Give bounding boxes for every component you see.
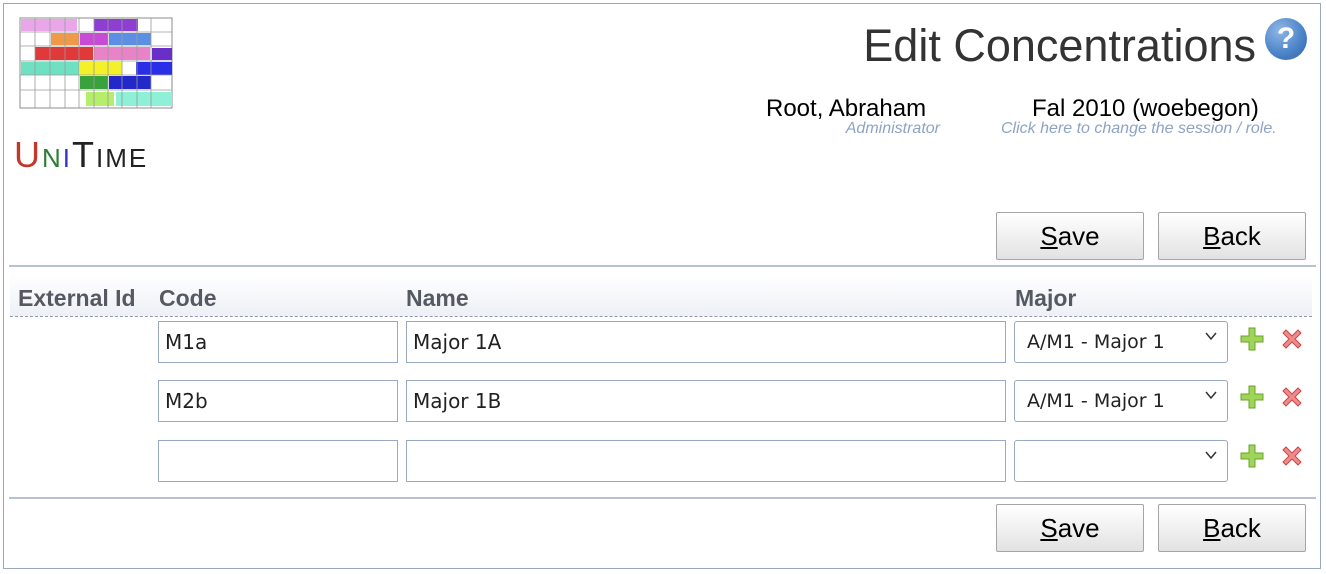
save-button-bottom[interactable]: Save xyxy=(996,504,1144,552)
save-accesskey: S xyxy=(1040,513,1058,543)
save-button[interactable]: Save xyxy=(996,212,1144,260)
chevron-down-icon xyxy=(1205,451,1217,460)
code-input[interactable]: M1a xyxy=(158,321,398,363)
back-label-rest: ack xyxy=(1220,221,1261,251)
name-input[interactable]: Major 1B xyxy=(406,380,1006,422)
back-label-rest: ack xyxy=(1220,513,1261,543)
major-select[interactable]: A/M1 - Major 1 xyxy=(1014,380,1228,422)
code-input[interactable]: M2b xyxy=(158,380,398,422)
save-label-rest: ave xyxy=(1057,221,1100,251)
back-button[interactable]: Back xyxy=(1158,212,1306,260)
logo-letter: T xyxy=(72,134,97,175)
major-select-value: A/M1 - Major 1 xyxy=(1027,390,1165,412)
column-header-code: Code xyxy=(159,285,217,311)
logo-letter: M xyxy=(105,143,129,173)
logo-letter: I xyxy=(62,143,73,173)
chevron-down-icon xyxy=(1205,332,1217,341)
add-row-plus-icon[interactable] xyxy=(1239,326,1265,352)
logo-wordmark: UNITIME xyxy=(14,134,148,176)
code-input[interactable] xyxy=(158,440,398,482)
chevron-down-icon xyxy=(1205,391,1217,400)
delete-row-x-icon[interactable] xyxy=(1279,384,1305,410)
help-question-mark-icon[interactable]: ? xyxy=(1265,18,1307,60)
page-title: Edit Concentrations xyxy=(863,20,1256,71)
save-label-rest: ave xyxy=(1057,513,1100,543)
logo-timetable-icon xyxy=(16,16,174,112)
user-role: Administrator xyxy=(845,120,940,137)
back-accesskey: B xyxy=(1203,221,1221,251)
logo-letter: N xyxy=(42,143,63,173)
column-header-name: Name xyxy=(406,285,469,311)
logo-letter: U xyxy=(14,134,42,175)
major-select[interactable] xyxy=(1014,440,1228,482)
name-input[interactable] xyxy=(406,440,1006,482)
footer-divider xyxy=(9,497,1316,499)
session-name[interactable]: Fal 2010 (woebegon) xyxy=(1032,95,1259,123)
back-button-bottom[interactable]: Back xyxy=(1158,504,1306,552)
header-divider xyxy=(9,265,1316,267)
column-header-external-id: External Id xyxy=(18,285,136,311)
logo-letter: E xyxy=(128,143,149,173)
header-dashed-separator xyxy=(10,316,1312,317)
add-row-plus-icon[interactable] xyxy=(1239,443,1265,469)
logo-letter: I xyxy=(96,143,106,173)
back-accesskey: B xyxy=(1203,513,1221,543)
change-session-link[interactable]: Click here to change the session / role. xyxy=(1001,120,1277,138)
major-select[interactable]: A/M1 - Major 1 xyxy=(1014,321,1228,363)
delete-row-x-icon[interactable] xyxy=(1279,326,1305,352)
save-accesskey: S xyxy=(1040,221,1058,251)
user-name: Root, Abraham xyxy=(766,95,927,122)
delete-row-x-icon[interactable] xyxy=(1279,443,1305,469)
name-input[interactable]: Major 1A xyxy=(406,321,1006,363)
add-row-plus-icon[interactable] xyxy=(1239,384,1265,410)
column-header-major: Major xyxy=(1015,285,1077,311)
unitime-logo: UNITIME xyxy=(14,14,176,176)
major-select-value: A/M1 - Major 1 xyxy=(1027,331,1165,353)
